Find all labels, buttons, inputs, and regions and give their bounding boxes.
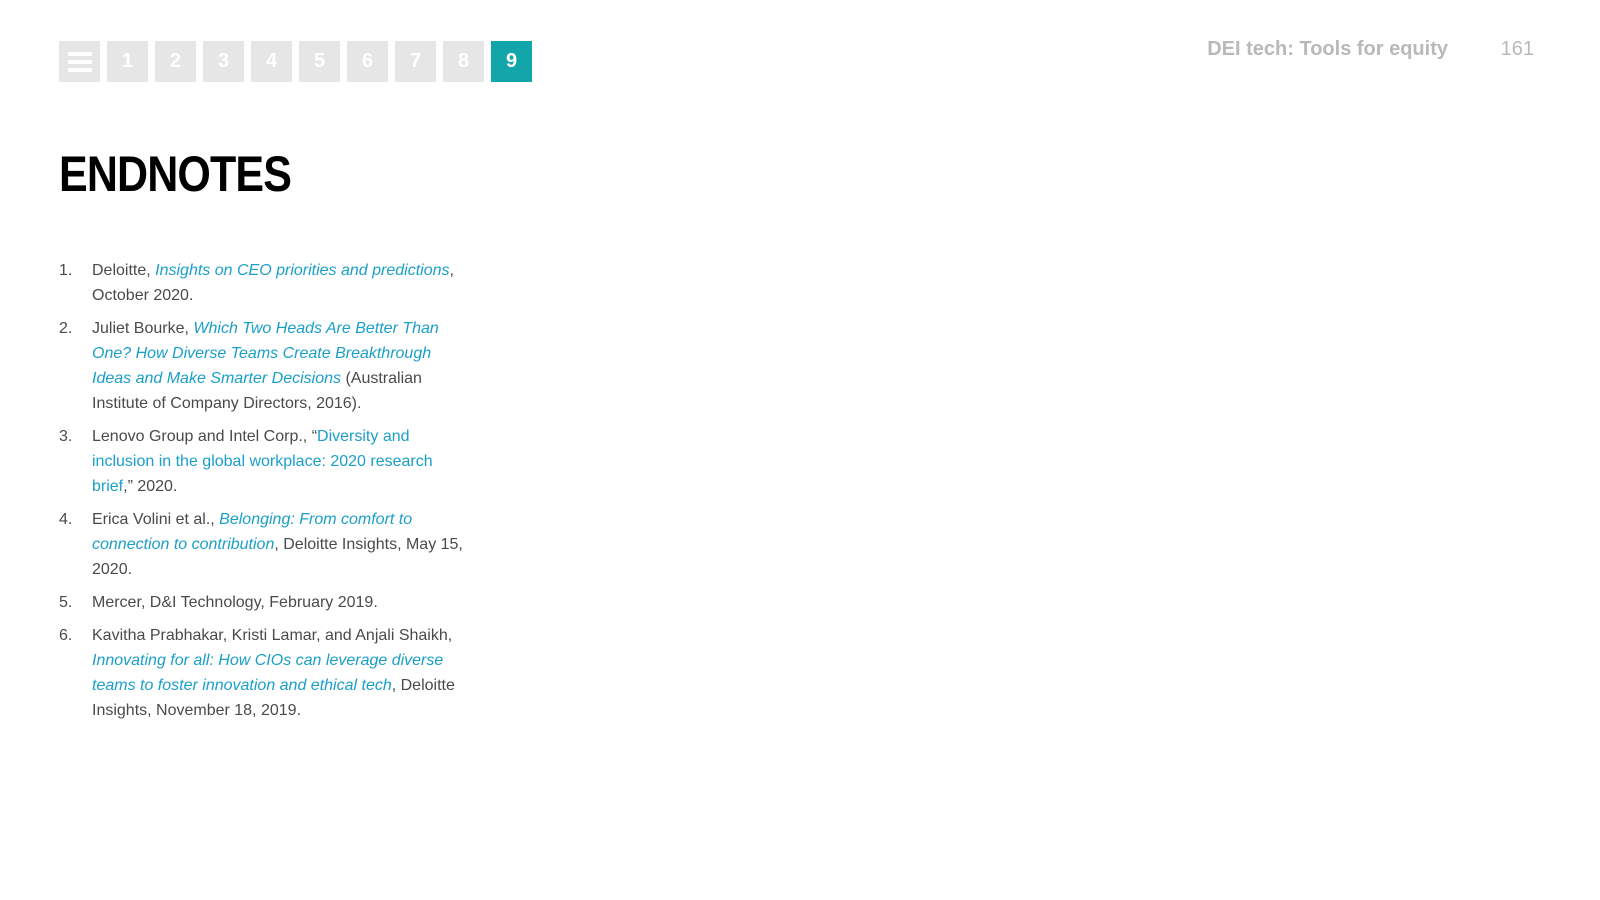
endnote-link[interactable]: Insights on CEO priorities and predictio… [155,262,449,279]
endnote-text: Juliet Bourke, [92,320,194,337]
endnote-number: 6. [59,627,73,644]
hamburger-menu-icon [67,51,92,72]
endnote-text: Mercer, D&I Technology, February 2019. [92,594,378,611]
page-tab-7[interactable]: 7 [395,41,436,82]
document-title: DEI tech: Tools for equity [1207,38,1448,60]
page-heading: ENDNOTES [59,146,292,202]
page-tab-6[interactable]: 6 [347,41,388,82]
endnote-text: Kavitha Prabhakar, Kristi Lamar, and Anj… [92,627,453,644]
endnote-item: 6. Kavitha Prabhakar, Kristi Lamar, and … [59,623,469,723]
page-tab-1[interactable]: 1 [107,41,148,82]
endnote-number: 2. [59,320,73,337]
endnote-text: ,” 2020. [123,478,178,495]
endnote-text: Deloitte, [92,262,156,279]
endnote-text: Lenovo Group and Intel Corp., “ [92,428,318,445]
page-tab-4[interactable]: 4 [251,41,292,82]
page-tab-3[interactable]: 3 [203,41,244,82]
endnote-number: 4. [59,511,73,528]
endnote-link[interactable]: Innovating for all: How CIOs can leverag… [92,652,443,694]
endnote-item: 5. Mercer, D&I Technology, February 2019… [59,590,469,615]
page-tab-8[interactable]: 8 [443,41,484,82]
page-tab-2[interactable]: 2 [155,41,196,82]
endnote-number: 1. [59,262,73,279]
endnotes-list: 1. Deloitte, Insights on CEO priorities … [59,258,469,731]
endnote-item: 2. Juliet Bourke, Which Two Heads Are Be… [59,316,469,416]
page-tab-9-active[interactable]: 9 [491,41,532,82]
endnote-text: Erica Volini et al., [92,511,220,528]
menu-button[interactable] [59,41,100,82]
page-navigation: 1 2 3 4 5 6 7 8 9 [59,41,539,82]
endnote-number: 5. [59,594,73,611]
endnote-item: 4. Erica Volini et al., Belonging: From … [59,507,469,582]
page-tab-5[interactable]: 5 [299,41,340,82]
endnote-number: 3. [59,428,73,445]
endnote-item: 1. Deloitte, Insights on CEO priorities … [59,258,469,308]
endnote-item: 3. Lenovo Group and Intel Corp., “Divers… [59,424,469,499]
page-number: 161 [1500,38,1534,60]
